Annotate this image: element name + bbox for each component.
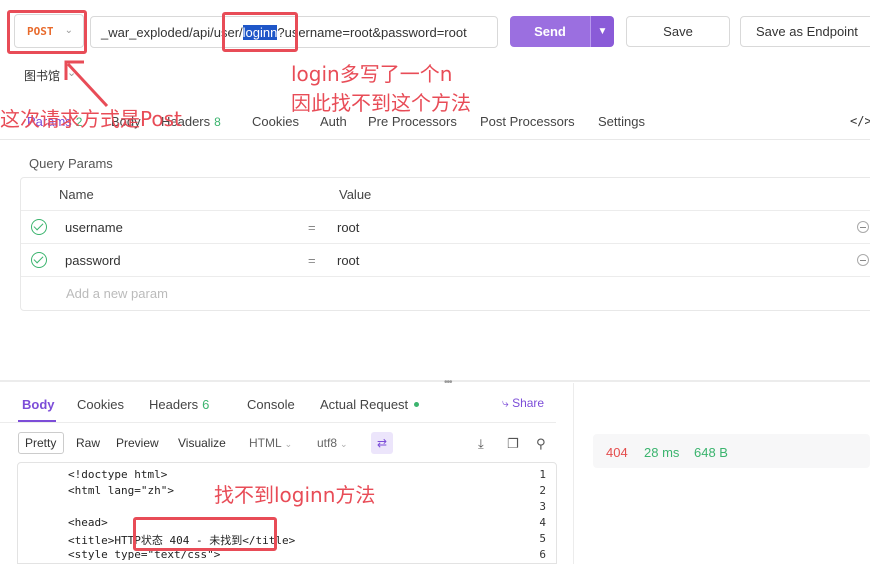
annotation-url-note-2: 因此找不到这个方法 (291, 91, 471, 115)
annotation-url-note-1: login多写了一个n (291, 62, 453, 86)
annotation-response-note: 找不到loginn方法 (214, 483, 376, 507)
annotation-method-note: 这次请求方式是Post (0, 107, 182, 131)
